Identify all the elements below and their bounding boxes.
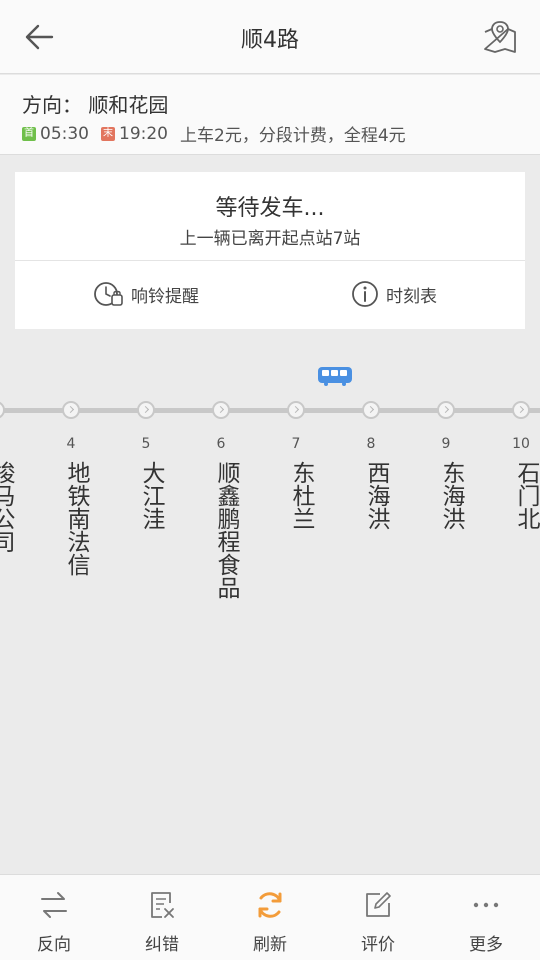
station-name[interactable]: 梭马公司 xyxy=(0,461,16,553)
station-name[interactable]: 大江洼 xyxy=(126,461,166,530)
fare-info: 上车2元，分段计费，全程4元 xyxy=(180,126,406,146)
first-bus-badge: 首 xyxy=(22,126,36,141)
page-title: 顺4路 xyxy=(241,28,299,53)
reverse-label: 反向 xyxy=(37,935,71,955)
station-node[interactable] xyxy=(62,401,80,419)
correct-label: 纠错 xyxy=(145,935,179,955)
review-button[interactable]: 评价 xyxy=(324,875,432,960)
bus-status-subtitle: 上一辆已离开起点站7站 xyxy=(179,229,361,249)
station-number: 6 xyxy=(216,436,226,452)
route-info: 方向： 顺和花园 首 05:30 末 19:20 上车2元，分段计费，全程4元 xyxy=(0,75,540,155)
remind-button[interactable]: 响铃提醒 xyxy=(93,280,199,308)
last-bus-time: 19:20 xyxy=(119,123,168,144)
station-node[interactable] xyxy=(137,401,155,419)
first-bus-time: 05:30 xyxy=(40,123,89,144)
station-name[interactable]: 东杜兰 xyxy=(276,461,316,530)
last-bus-badge: 末 xyxy=(101,126,115,141)
bus-status-card: 等待发车... 上一辆已离开起点站7站 响铃提醒 时刻表 xyxy=(15,172,525,329)
station-number: 7 xyxy=(291,436,301,452)
bus-icon xyxy=(318,367,352,386)
station-number: 4 xyxy=(66,436,76,452)
station-name[interactable]: 石门北 xyxy=(501,461,540,530)
timetable-button[interactable]: 时刻表 xyxy=(350,280,437,308)
edit-document-icon xyxy=(151,892,174,918)
direction-label: 方向： 顺和花园 xyxy=(22,93,169,117)
station-number: 8 xyxy=(366,436,376,452)
station-name[interactable]: 西海洪 xyxy=(351,461,391,530)
station-number: 5 xyxy=(141,436,151,452)
station-node[interactable] xyxy=(0,401,5,419)
correct-button[interactable]: 纠错 xyxy=(108,875,216,960)
station-node[interactable] xyxy=(287,401,305,419)
review-label: 评价 xyxy=(361,935,395,955)
station-node[interactable] xyxy=(512,401,530,419)
more-button[interactable]: 更多 xyxy=(432,875,540,960)
bus-status-text: 等待发车... xyxy=(215,196,325,221)
route-line xyxy=(0,408,540,413)
station-number: 10 xyxy=(512,436,530,452)
more-dots-icon xyxy=(473,902,499,908)
refresh-button[interactable]: 刷新 xyxy=(216,875,324,960)
station-number: 9 xyxy=(441,436,451,452)
refresh-icon xyxy=(258,892,282,918)
alarm-clock-icon xyxy=(94,282,123,306)
service-times: 首 05:30 末 19:20 上车2元，分段计费，全程4元 xyxy=(22,121,406,146)
pencil-square-icon xyxy=(366,892,391,917)
station-node[interactable] xyxy=(362,401,380,419)
station-name[interactable]: 地铁南法信 xyxy=(51,461,91,576)
station-name[interactable]: 东海洪 xyxy=(426,461,466,530)
station-name[interactable]: 顺鑫鹏程食品 xyxy=(201,461,241,599)
divider xyxy=(15,260,525,261)
top-bar: 顺4路 xyxy=(0,0,540,74)
refresh-label: 刷新 xyxy=(253,935,287,955)
swap-arrows-icon xyxy=(41,892,67,918)
timetable-label: 时刻表 xyxy=(386,286,437,307)
station-node[interactable] xyxy=(437,401,455,419)
bottom-toolbar: 反向 纠错 刷新 评价 更多 xyxy=(0,874,540,960)
info-icon xyxy=(352,281,378,307)
reverse-button[interactable]: 反向 xyxy=(0,875,108,960)
more-label: 更多 xyxy=(469,935,503,955)
map-pin-icon[interactable] xyxy=(482,18,518,56)
station-node[interactable] xyxy=(212,401,230,419)
remind-label: 响铃提醒 xyxy=(131,286,199,307)
